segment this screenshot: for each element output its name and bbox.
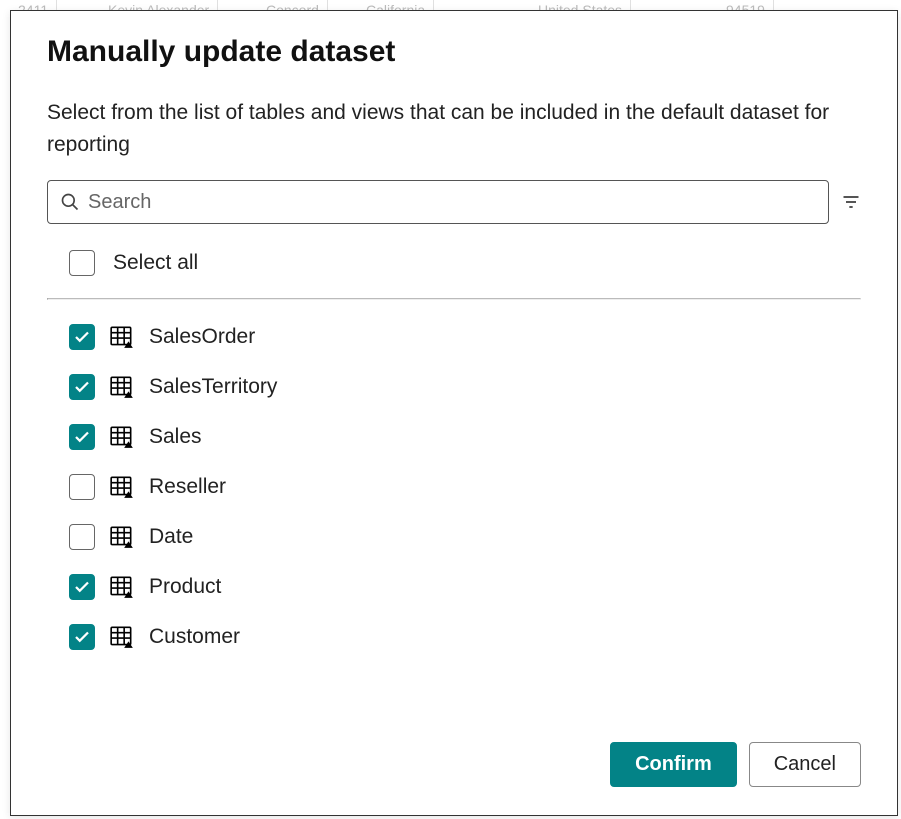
table-icon: [109, 524, 135, 550]
search-box[interactable]: [47, 180, 829, 224]
confirm-button[interactable]: Confirm: [610, 742, 737, 787]
dialog-description: Select from the list of tables and views…: [47, 97, 861, 160]
list-item-sales[interactable]: Sales: [47, 412, 861, 462]
search-icon: [60, 192, 80, 212]
list-item-reseller[interactable]: Reseller: [47, 462, 861, 512]
select-all-checkbox[interactable]: [69, 250, 95, 276]
item-checkbox[interactable]: [69, 374, 95, 400]
item-label: Product: [149, 575, 221, 599]
table-icon: [109, 624, 135, 650]
item-checkbox[interactable]: [69, 574, 95, 600]
item-label: Customer: [149, 625, 240, 649]
table-icon: [109, 324, 135, 350]
item-checkbox[interactable]: [69, 524, 95, 550]
list-item-salesorder[interactable]: SalesOrder: [47, 312, 861, 362]
list-item-product[interactable]: Product: [47, 562, 861, 612]
item-label: Date: [149, 525, 193, 549]
item-checkbox[interactable]: [69, 424, 95, 450]
table-icon: [109, 374, 135, 400]
table-icon: [109, 574, 135, 600]
item-checkbox[interactable]: [69, 624, 95, 650]
update-dataset-dialog: Manually update dataset Select from the …: [10, 10, 898, 816]
dialog-title: Manually update dataset: [47, 35, 861, 69]
item-label: Reseller: [149, 475, 226, 499]
search-input[interactable]: [88, 191, 816, 214]
table-list: SalesOrder SalesTerritory Sales: [47, 300, 861, 724]
filter-icon[interactable]: [841, 192, 861, 212]
table-icon: [109, 474, 135, 500]
item-label: SalesOrder: [149, 325, 255, 349]
item-label: Sales: [149, 425, 202, 449]
list-item-customer[interactable]: Customer: [47, 612, 861, 662]
item-checkbox[interactable]: [69, 474, 95, 500]
item-label: SalesTerritory: [149, 375, 277, 399]
cancel-button[interactable]: Cancel: [749, 742, 861, 787]
list-item-date[interactable]: Date: [47, 512, 861, 562]
item-checkbox[interactable]: [69, 324, 95, 350]
dialog-footer: Confirm Cancel: [11, 724, 897, 815]
select-all-row[interactable]: Select all: [47, 242, 861, 298]
table-icon: [109, 424, 135, 450]
select-all-label: Select all: [113, 251, 198, 275]
list-item-salesterritory[interactable]: SalesTerritory: [47, 362, 861, 412]
